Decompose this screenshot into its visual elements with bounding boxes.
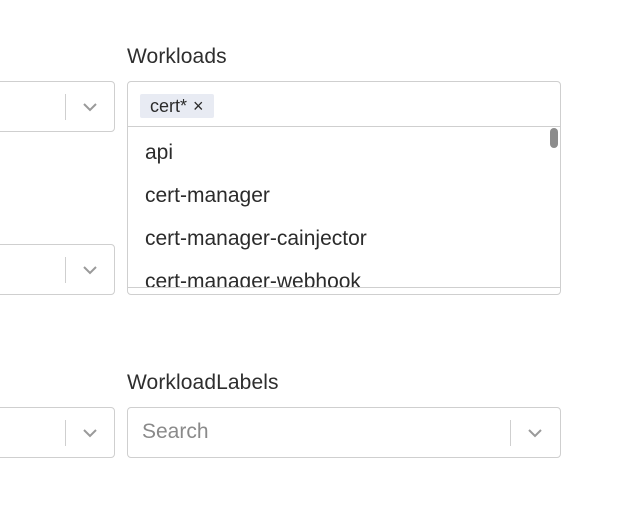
select-divider <box>65 94 66 120</box>
chevron-down-icon[interactable] <box>525 423 545 443</box>
dropdown-option[interactable]: cert-manager <box>145 184 270 208</box>
left-select-1[interactable] <box>0 81 115 132</box>
chevron-down-icon[interactable] <box>80 260 100 280</box>
left-select-3[interactable] <box>0 407 115 458</box>
workload-labels-select[interactable]: Search <box>127 407 561 458</box>
select-divider <box>65 420 66 446</box>
dropdown-scrollbar[interactable] <box>548 127 560 287</box>
workloads-multiselect[interactable]: cert* × api cert-manager cert-manager-ca… <box>127 81 561 295</box>
chevron-down-icon[interactable] <box>80 97 100 117</box>
dropdown-option[interactable]: cert-manager-cainjector <box>145 227 367 251</box>
dropdown-option[interactable]: cert-manager-webhook <box>145 270 361 287</box>
select-divider <box>65 257 66 283</box>
workload-labels-label: WorkloadLabels <box>127 371 279 394</box>
left-select-2[interactable] <box>0 244 115 295</box>
selected-tag: cert* × <box>140 94 214 118</box>
chevron-down-icon[interactable] <box>80 423 100 443</box>
selected-tag-text: cert* <box>150 95 188 116</box>
workloads-label: Workloads <box>127 45 227 68</box>
remove-tag-icon[interactable]: × <box>193 97 204 115</box>
search-placeholder[interactable]: Search <box>142 420 209 444</box>
filter-panel: Workloads cert* × api cert-manager cert-… <box>0 0 624 530</box>
scrollbar-thumb[interactable] <box>550 128 558 148</box>
workloads-dropdown: api cert-manager cert-manager-cainjector… <box>128 126 560 288</box>
dropdown-option[interactable]: api <box>145 141 173 165</box>
select-divider <box>510 420 511 446</box>
